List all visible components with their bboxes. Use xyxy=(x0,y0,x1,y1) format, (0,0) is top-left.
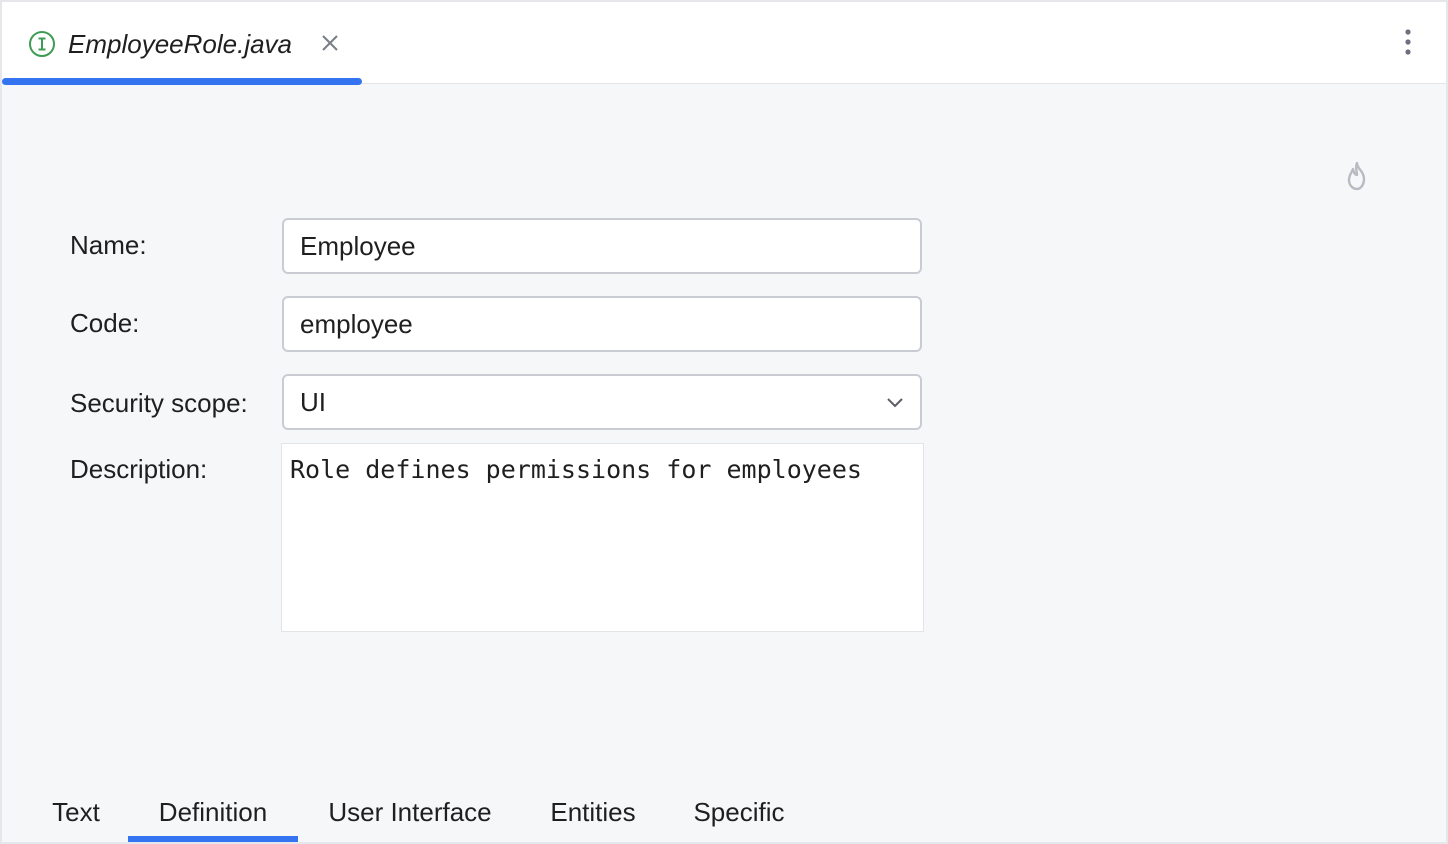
flame-icon[interactable] xyxy=(1342,160,1372,192)
code-field[interactable]: employee xyxy=(282,296,922,352)
tab-user-interface-label: User Interface xyxy=(328,797,492,827)
chevron-down-icon xyxy=(887,398,903,408)
tab-user-interface[interactable]: User Interface xyxy=(320,792,500,842)
name-label: Name: xyxy=(70,230,147,260)
tab-text[interactable]: Text xyxy=(48,792,104,842)
editor-tab-title: EmployeeRole.java xyxy=(68,29,293,59)
editor-window: EmployeeRole.java Name: Employee Code: e… xyxy=(2,2,1446,842)
tab-specific-label: Specific xyxy=(693,797,785,827)
description-value: Role defines permissions for employees xyxy=(290,455,862,484)
code-label: Code: xyxy=(70,308,140,338)
tab-text-label: Text xyxy=(52,797,100,827)
editor-tab-employee-role[interactable]: EmployeeRole.java xyxy=(2,2,362,85)
active-tab-indicator xyxy=(2,78,362,85)
security-scope-label: Security scope: xyxy=(70,388,248,418)
security-scope-select[interactable]: UI xyxy=(282,374,922,430)
tab-entities[interactable]: Entities xyxy=(546,792,640,842)
description-label: Description: xyxy=(70,454,208,484)
tab-definition-label: Definition xyxy=(158,797,268,827)
close-icon[interactable] xyxy=(319,32,341,54)
tab-definition[interactable]: Definition xyxy=(128,792,298,842)
editor-tab-bar: EmployeeRole.java xyxy=(2,2,1446,85)
name-field[interactable]: Employee xyxy=(282,218,922,274)
name-value: Employee xyxy=(300,231,416,261)
description-textarea[interactable]: Role defines permissions for employees xyxy=(281,443,924,632)
security-scope-value: UI xyxy=(300,387,326,417)
more-vertical-icon[interactable] xyxy=(1394,26,1422,58)
tab-entities-label: Entities xyxy=(550,797,636,827)
tab-specific[interactable]: Specific xyxy=(688,792,790,842)
code-value: employee xyxy=(300,309,413,339)
designer-tab-bar: Text Definition User Interface Entities … xyxy=(2,792,1446,842)
interface-icon xyxy=(29,31,55,57)
